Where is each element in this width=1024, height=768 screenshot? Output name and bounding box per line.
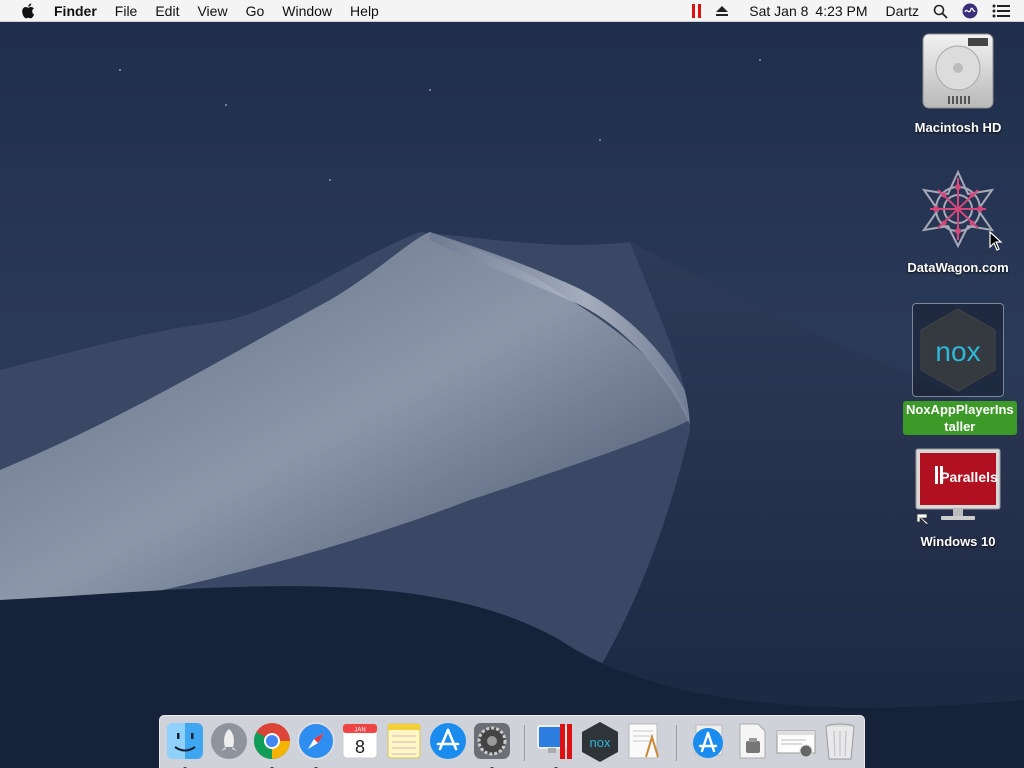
label-line-2: taller — [944, 419, 976, 434]
svg-text:nox: nox — [590, 735, 611, 750]
desktop: Finder File Edit View Go Window Help Sat… — [0, 0, 1024, 768]
eject-icon[interactable] — [708, 5, 736, 17]
notes-icon — [387, 723, 421, 759]
mouse-cursor-icon — [989, 231, 1003, 251]
nox-icon: nox — [582, 722, 618, 762]
svg-text:nox: nox — [935, 336, 980, 367]
textedit-icon — [628, 723, 659, 759]
dock-notes[interactable] — [384, 721, 424, 763]
downloads-stack-icon — [693, 724, 723, 758]
datawagon-star-icon — [921, 169, 995, 249]
menu-window[interactable]: Window — [273, 0, 341, 22]
menu-clock-time[interactable]: 4:23 PM — [815, 0, 874, 22]
desktop-icon-datawagon[interactable]: DataWagon.com — [903, 168, 1013, 276]
spotlight-search-icon[interactable] — [926, 4, 955, 19]
apple-menu-icon[interactable] — [17, 3, 39, 19]
dock-finder[interactable] — [165, 721, 205, 768]
calendar-icon: JAN 8 — [342, 723, 378, 759]
dock-calendar[interactable]: JAN 8 — [340, 721, 380, 763]
dock-documents-stack[interactable] — [732, 721, 772, 763]
dock-screenshot-stack[interactable] — [776, 721, 816, 763]
menu-edit[interactable]: Edit — [146, 0, 188, 22]
svg-text:Parallels: Parallels — [940, 469, 998, 485]
finder-icon — [167, 723, 203, 759]
hard-drive-icon — [922, 33, 994, 109]
dock-textedit[interactable] — [624, 721, 664, 763]
desktop-icon-nox-installer[interactable]: nox NoxAppPlayerIns taller — [903, 303, 1017, 436]
dock-separator — [676, 725, 677, 761]
notification-center-icon[interactable] — [985, 4, 1024, 18]
dock-chrome[interactable] — [252, 721, 292, 768]
system-preferences-icon — [474, 723, 510, 759]
desktop-icon-label-selected: NoxAppPlayerIns taller — [903, 401, 1017, 435]
desktop-icon-macintosh-hd[interactable]: Macintosh HD — [903, 30, 1013, 136]
parallels-desktop-icon — [537, 724, 572, 759]
dock-downloads-stack[interactable] — [688, 721, 728, 763]
menu-app-finder[interactable]: Finder — [45, 0, 106, 22]
svg-text:JAN: JAN — [354, 728, 365, 734]
alias-arrow-icon — [916, 513, 931, 525]
parallels-status-icon[interactable] — [685, 4, 708, 18]
menu-clock-date[interactable]: Sat Jan 8 — [742, 0, 815, 22]
menu-view[interactable]: View — [188, 0, 236, 22]
dock-nox[interactable]: nox — [580, 721, 620, 763]
dock-trash[interactable] — [820, 721, 860, 763]
menu-go[interactable]: Go — [237, 0, 274, 22]
menu-help[interactable]: Help — [341, 0, 388, 22]
dock-separator — [524, 725, 525, 761]
dock-parallels-desktop[interactable] — [536, 721, 576, 768]
app-store-icon — [430, 723, 466, 759]
launchpad-icon — [211, 723, 247, 759]
dock-app-store[interactable] — [428, 721, 468, 763]
desktop-wallpaper — [0, 0, 1024, 768]
svg-text:8: 8 — [355, 737, 365, 757]
dock-safari[interactable] — [296, 721, 336, 768]
documents-stack-icon — [739, 723, 766, 759]
menu-user-name[interactable]: Dartz — [879, 0, 926, 22]
chrome-icon — [253, 723, 290, 760]
label-line-1: NoxAppPlayerIns — [906, 402, 1014, 417]
desktop-icon-label: Macintosh HD — [914, 120, 1002, 135]
trash-icon — [825, 723, 855, 760]
menu-bar-status-area: Sat Jan 8 4:23 PM Dartz — [685, 0, 1024, 22]
safari-icon — [297, 722, 335, 760]
menu-bar: Finder File Edit View Go Window Help Sat… — [0, 0, 1024, 22]
desktop-icon-label: DataWagon.com — [907, 260, 1009, 275]
screenshot-stack-icon — [776, 730, 816, 758]
nox-app-icon: nox — [920, 308, 996, 392]
desktop-icon-label: Windows 10 — [920, 534, 996, 549]
desktop-icon-windows-10[interactable]: Parallels Windows 10 — [903, 448, 1013, 550]
dock-system-preferences[interactable] — [472, 721, 512, 768]
parallels-vm-icon: Parallels — [915, 448, 1001, 525]
siri-icon[interactable] — [955, 3, 985, 19]
dock-launchpad[interactable] — [209, 721, 249, 763]
dock: JAN 8 nox — [159, 715, 865, 768]
icon-selection-frame: nox — [912, 303, 1004, 397]
menu-file[interactable]: File — [106, 0, 147, 22]
